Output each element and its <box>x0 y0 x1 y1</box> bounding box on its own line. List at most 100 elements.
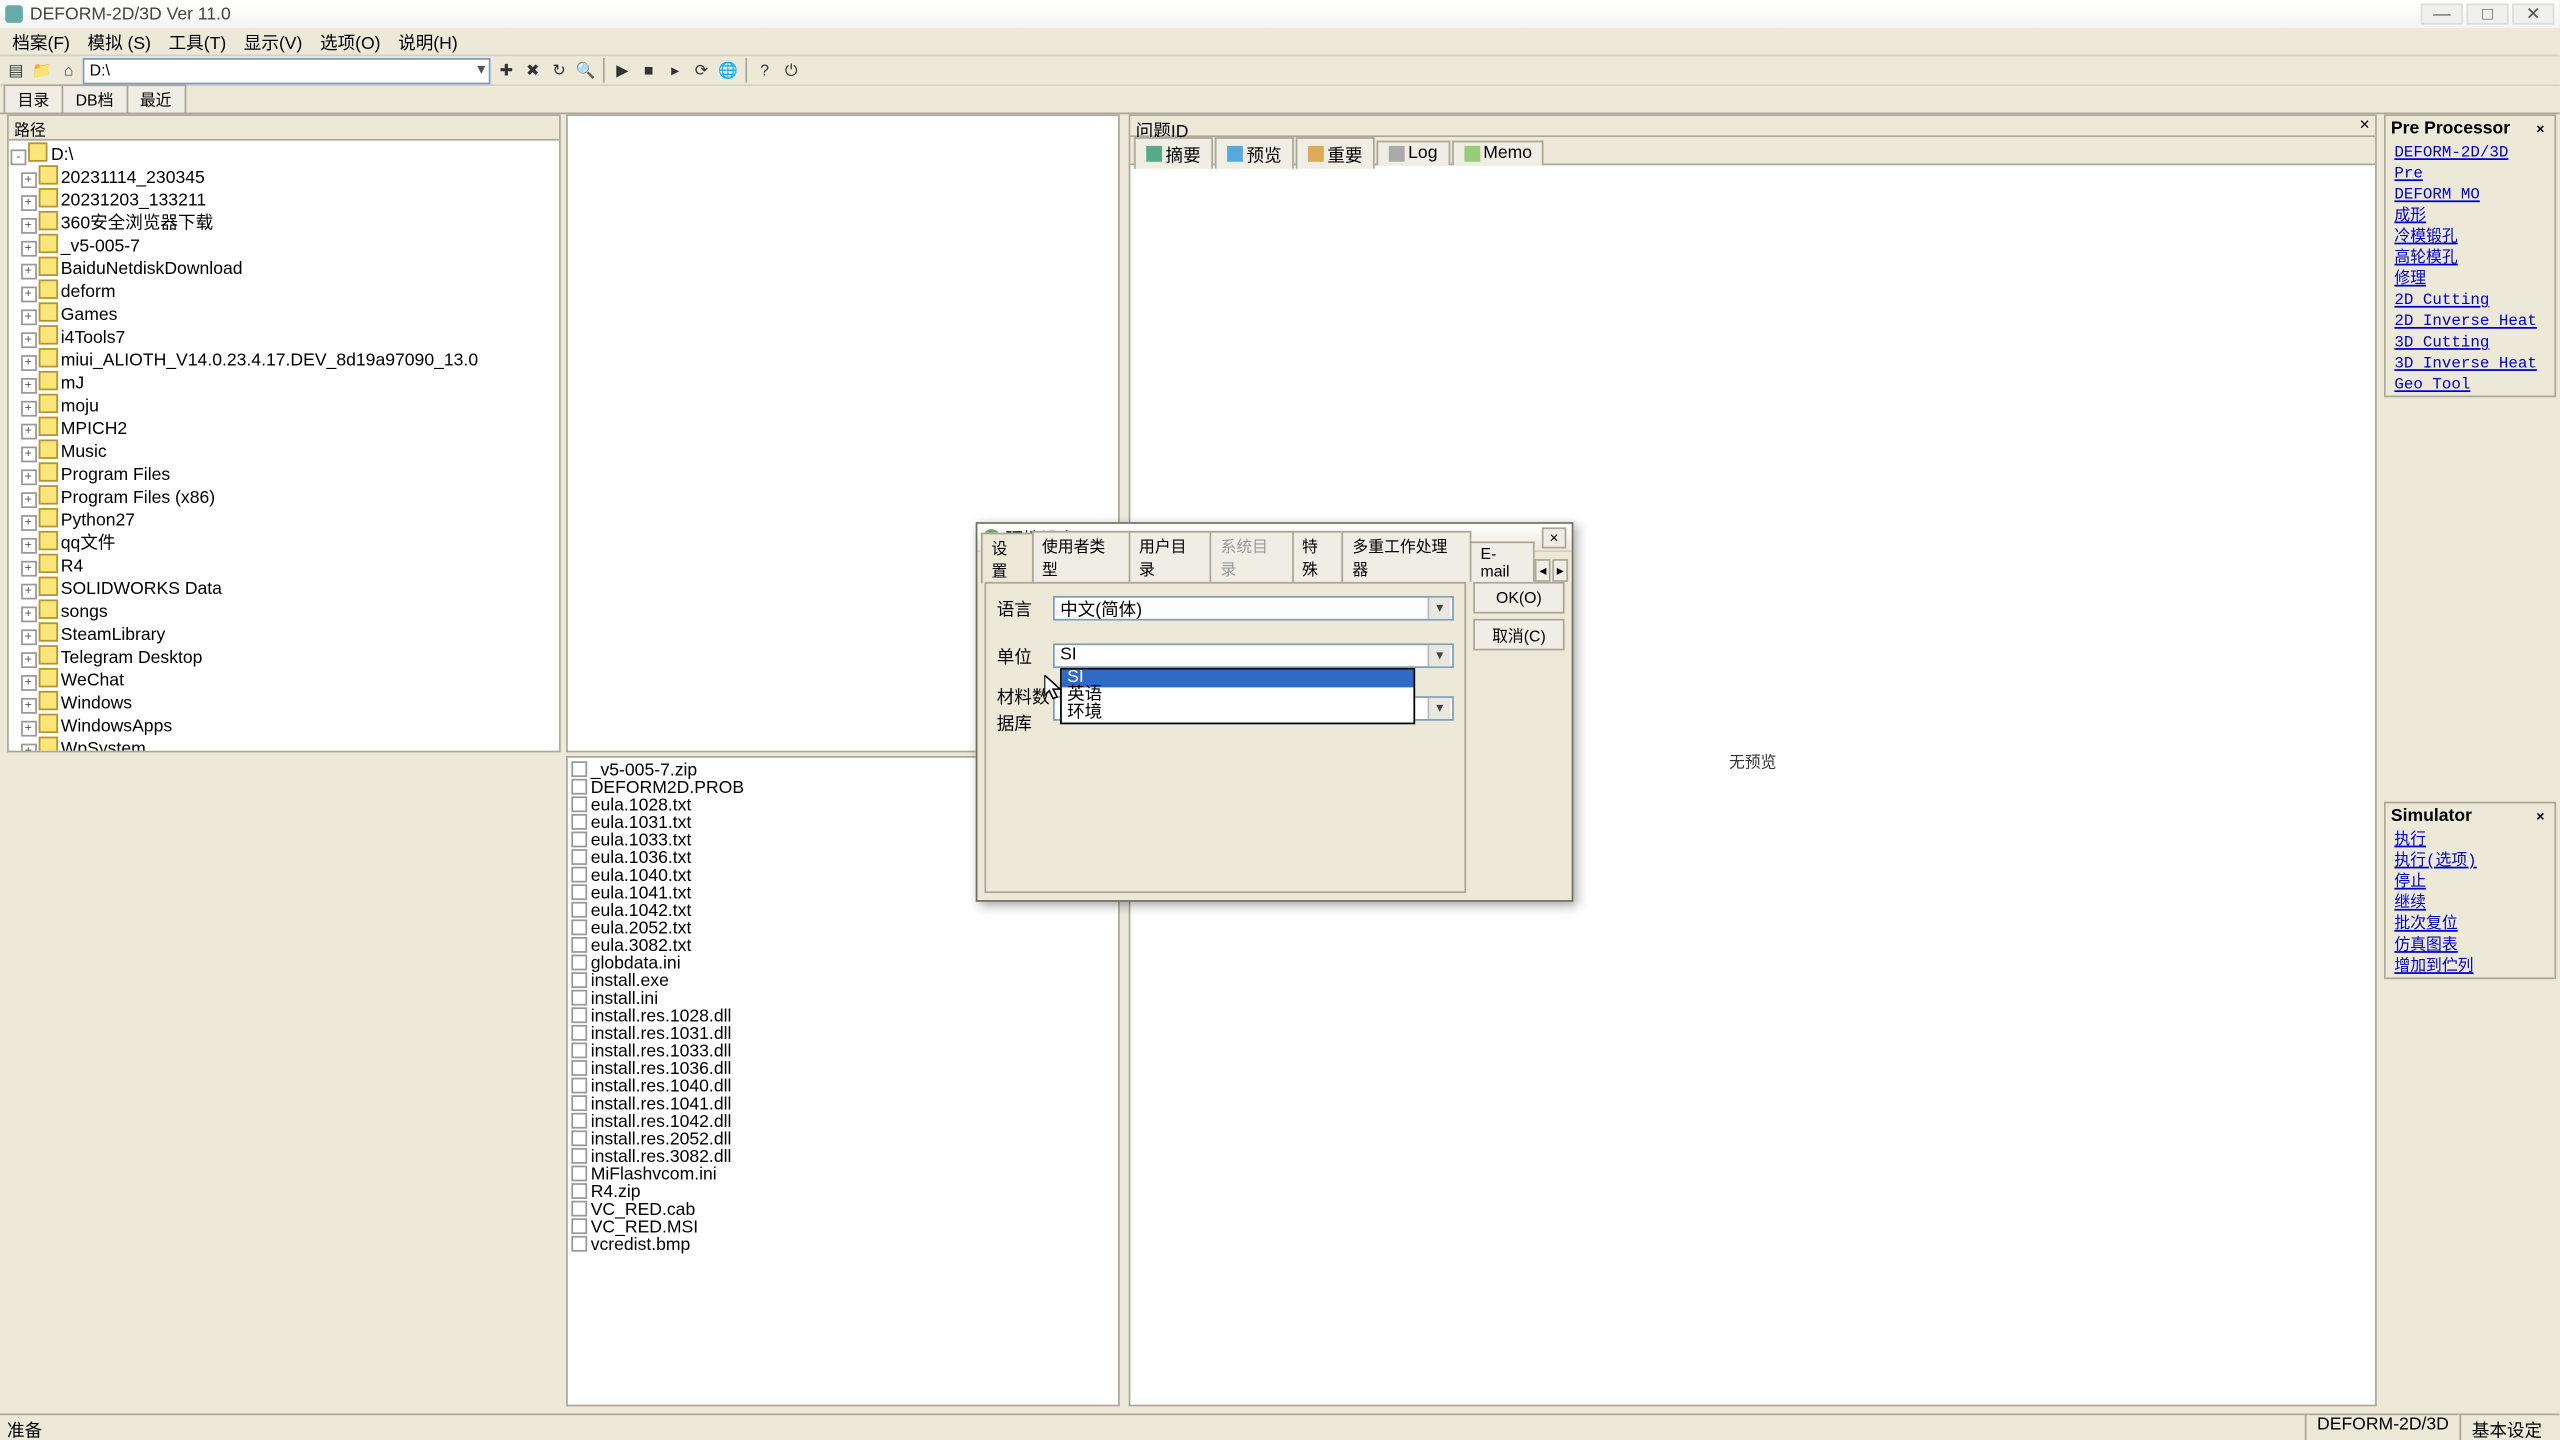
language-combo[interactable]: 中文(简体) <box>1053 595 1454 620</box>
menu-help[interactable]: 说明(H) <box>389 28 466 54</box>
file-item[interactable]: globdata.ini <box>571 955 1114 973</box>
side-link[interactable]: 继续 <box>2386 893 2555 914</box>
delete-icon[interactable]: ✖ <box>520 58 545 83</box>
help-icon[interactable]: ? <box>752 58 777 83</box>
tab-dir[interactable]: 目录 <box>4 84 64 112</box>
file-item[interactable]: vcredist.bmp <box>571 1236 1114 1254</box>
unit-option-english[interactable]: 英语 <box>1062 687 1414 705</box>
exit-icon[interactable]: ⏻ <box>779 58 804 83</box>
tree-node[interactable]: +Telegram Desktop <box>11 645 558 668</box>
tree-node[interactable]: +Music <box>11 440 558 463</box>
ok-button[interactable]: OK(O) <box>1473 582 1564 614</box>
step-icon[interactable]: ▸ <box>663 58 688 83</box>
tree-node[interactable]: +Games <box>11 302 558 325</box>
new-folder-icon[interactable]: ✚ <box>494 58 519 83</box>
side-link[interactable]: 修理 <box>2386 269 2555 290</box>
tab-scroll-left[interactable]: ◂ <box>1535 559 1551 582</box>
menu-file[interactable]: 档案(F) <box>4 28 79 54</box>
file-item[interactable]: install.res.1031.dll <box>571 1025 1114 1043</box>
tree-node[interactable]: +Program Files <box>11 462 558 485</box>
file-item[interactable]: install.res.1036.dll <box>571 1060 1114 1078</box>
folder-icon[interactable]: 📁 <box>30 58 55 83</box>
file-item[interactable]: eula.2052.txt <box>571 919 1114 937</box>
file-item[interactable]: install.res.1028.dll <box>571 1007 1114 1025</box>
file-item[interactable]: VC_RED.MSI <box>571 1218 1114 1236</box>
side-link[interactable]: 仿真图表 <box>2386 935 2555 956</box>
tree-node[interactable]: +Windows <box>11 691 558 714</box>
tab-scroll-right[interactable]: ▸ <box>1553 559 1569 582</box>
menu-sim[interactable]: 模拟 (S) <box>79 28 160 54</box>
tree-node[interactable]: +R4 <box>11 554 558 577</box>
tree-node[interactable]: +MPICH2 <box>11 417 558 440</box>
side-link[interactable]: 2D Inverse Heat <box>2386 311 2555 332</box>
unit-option-env[interactable]: 环境 <box>1062 705 1414 723</box>
side-link[interactable]: Geo Tool <box>2386 374 2555 395</box>
side-link[interactable]: 成形 <box>2386 206 2555 227</box>
tree-node[interactable]: +i4Tools7 <box>11 325 558 348</box>
dtab-userdir[interactable]: 用户目录 <box>1128 531 1211 582</box>
find-icon[interactable]: 🔍 <box>573 58 598 83</box>
tree-node[interactable]: +20231203_133211 <box>11 188 558 211</box>
tree-node[interactable]: +BaiduNetdiskDownload <box>11 257 558 280</box>
menu-tools[interactable]: 工具(T) <box>160 28 235 54</box>
file-item[interactable]: install.ini <box>571 990 1114 1008</box>
side-link[interactable]: 3D Cutting <box>2386 332 2555 353</box>
close-icon[interactable]: × <box>2532 808 2550 826</box>
tree-node[interactable]: +WindowsApps <box>11 714 558 737</box>
side-link[interactable]: 冷模锻孔 <box>2386 227 2555 248</box>
side-link[interactable]: 执行 <box>2386 830 2555 851</box>
file-item[interactable]: install.res.1033.dll <box>571 1042 1114 1060</box>
tree-node[interactable]: -D:\ <box>11 142 558 165</box>
side-link[interactable]: DEFORM-2D/3D Pre <box>2386 142 2555 184</box>
tree-node[interactable]: +moju <box>11 394 558 417</box>
tree-node[interactable]: +songs <box>11 599 558 622</box>
folder-tree[interactable]: -D:\ +20231114_230345 +20231203_133211 +… <box>9 141 559 753</box>
tab-db[interactable]: DB档 <box>62 84 128 112</box>
tree-node[interactable]: +SteamLibrary <box>11 622 558 645</box>
unit-combo[interactable]: SI <box>1053 643 1454 668</box>
tree-node[interactable]: +deform <box>11 280 558 303</box>
refresh-icon[interactable]: ↻ <box>547 58 572 83</box>
file-item[interactable]: install.res.1042.dll <box>571 1113 1114 1131</box>
dtab-sysdir[interactable]: 系统目录 <box>1210 531 1293 582</box>
maximize-button[interactable]: □ <box>2466 4 2508 25</box>
tab-recent[interactable]: 最近 <box>126 84 186 112</box>
dtab-multi[interactable]: 多重工作处理器 <box>1342 531 1472 582</box>
file-item[interactable]: install.res.3082.dll <box>571 1148 1114 1166</box>
tree-node[interactable]: +Python27 <box>11 508 558 531</box>
ptab-log[interactable]: Log <box>1377 140 1450 165</box>
path-input[interactable]: D:\ <box>83 57 491 83</box>
problem-close-icon[interactable]: × <box>2360 116 2370 135</box>
close-icon[interactable]: × <box>2532 120 2550 138</box>
side-link[interactable]: 停止 <box>2386 872 2555 893</box>
menu-options[interactable]: 选项(O) <box>311 28 389 54</box>
tree-node[interactable]: +_v5-005-7 <box>11 234 558 257</box>
dialog-close-button[interactable]: × <box>1542 527 1567 548</box>
dtab-usertype[interactable]: 使用者类型 <box>1031 531 1130 582</box>
side-link[interactable]: 批次复位 <box>2386 914 2555 935</box>
side-link[interactable]: DEFORM MO <box>2386 185 2555 206</box>
cancel-button[interactable]: 取消(C) <box>1473 619 1564 651</box>
play-icon[interactable]: ▶ <box>610 58 635 83</box>
file-item[interactable]: install.res.1040.dll <box>571 1078 1114 1096</box>
stop-icon[interactable]: ■ <box>636 58 661 83</box>
ptab-summary[interactable]: 摘要 <box>1134 136 1213 168</box>
file-item[interactable]: install.res.1041.dll <box>571 1095 1114 1113</box>
file-item[interactable]: MiFlashvcom.ini <box>571 1166 1114 1184</box>
unit-dropdown[interactable]: SI 英语 环境 <box>1060 668 1415 724</box>
open-icon[interactable]: ▤ <box>4 58 29 83</box>
tree-node[interactable]: +WpSystem <box>11 737 558 753</box>
tree-node[interactable]: +miui_ALIOTH_V14.0.23.4.17.DEV_8d19a9709… <box>11 348 558 371</box>
tree-node[interactable]: +qq文件 <box>11 531 558 554</box>
tree-node[interactable]: +mJ <box>11 371 558 394</box>
loop-icon[interactable]: ⟳ <box>689 58 714 83</box>
side-link[interactable]: 2D Cutting <box>2386 290 2555 311</box>
home-icon[interactable]: ⌂ <box>56 58 81 83</box>
side-link[interactable]: 执行(选项) <box>2386 851 2555 872</box>
ptab-memo[interactable]: Memo <box>1452 140 1545 165</box>
file-item[interactable]: eula.1042.txt <box>571 902 1114 920</box>
ptab-preview[interactable]: 预览 <box>1215 136 1294 168</box>
file-item[interactable]: eula.3082.txt <box>571 937 1114 955</box>
dtab-email[interactable]: E-mail <box>1470 541 1535 581</box>
file-item[interactable]: install.exe <box>571 972 1114 990</box>
